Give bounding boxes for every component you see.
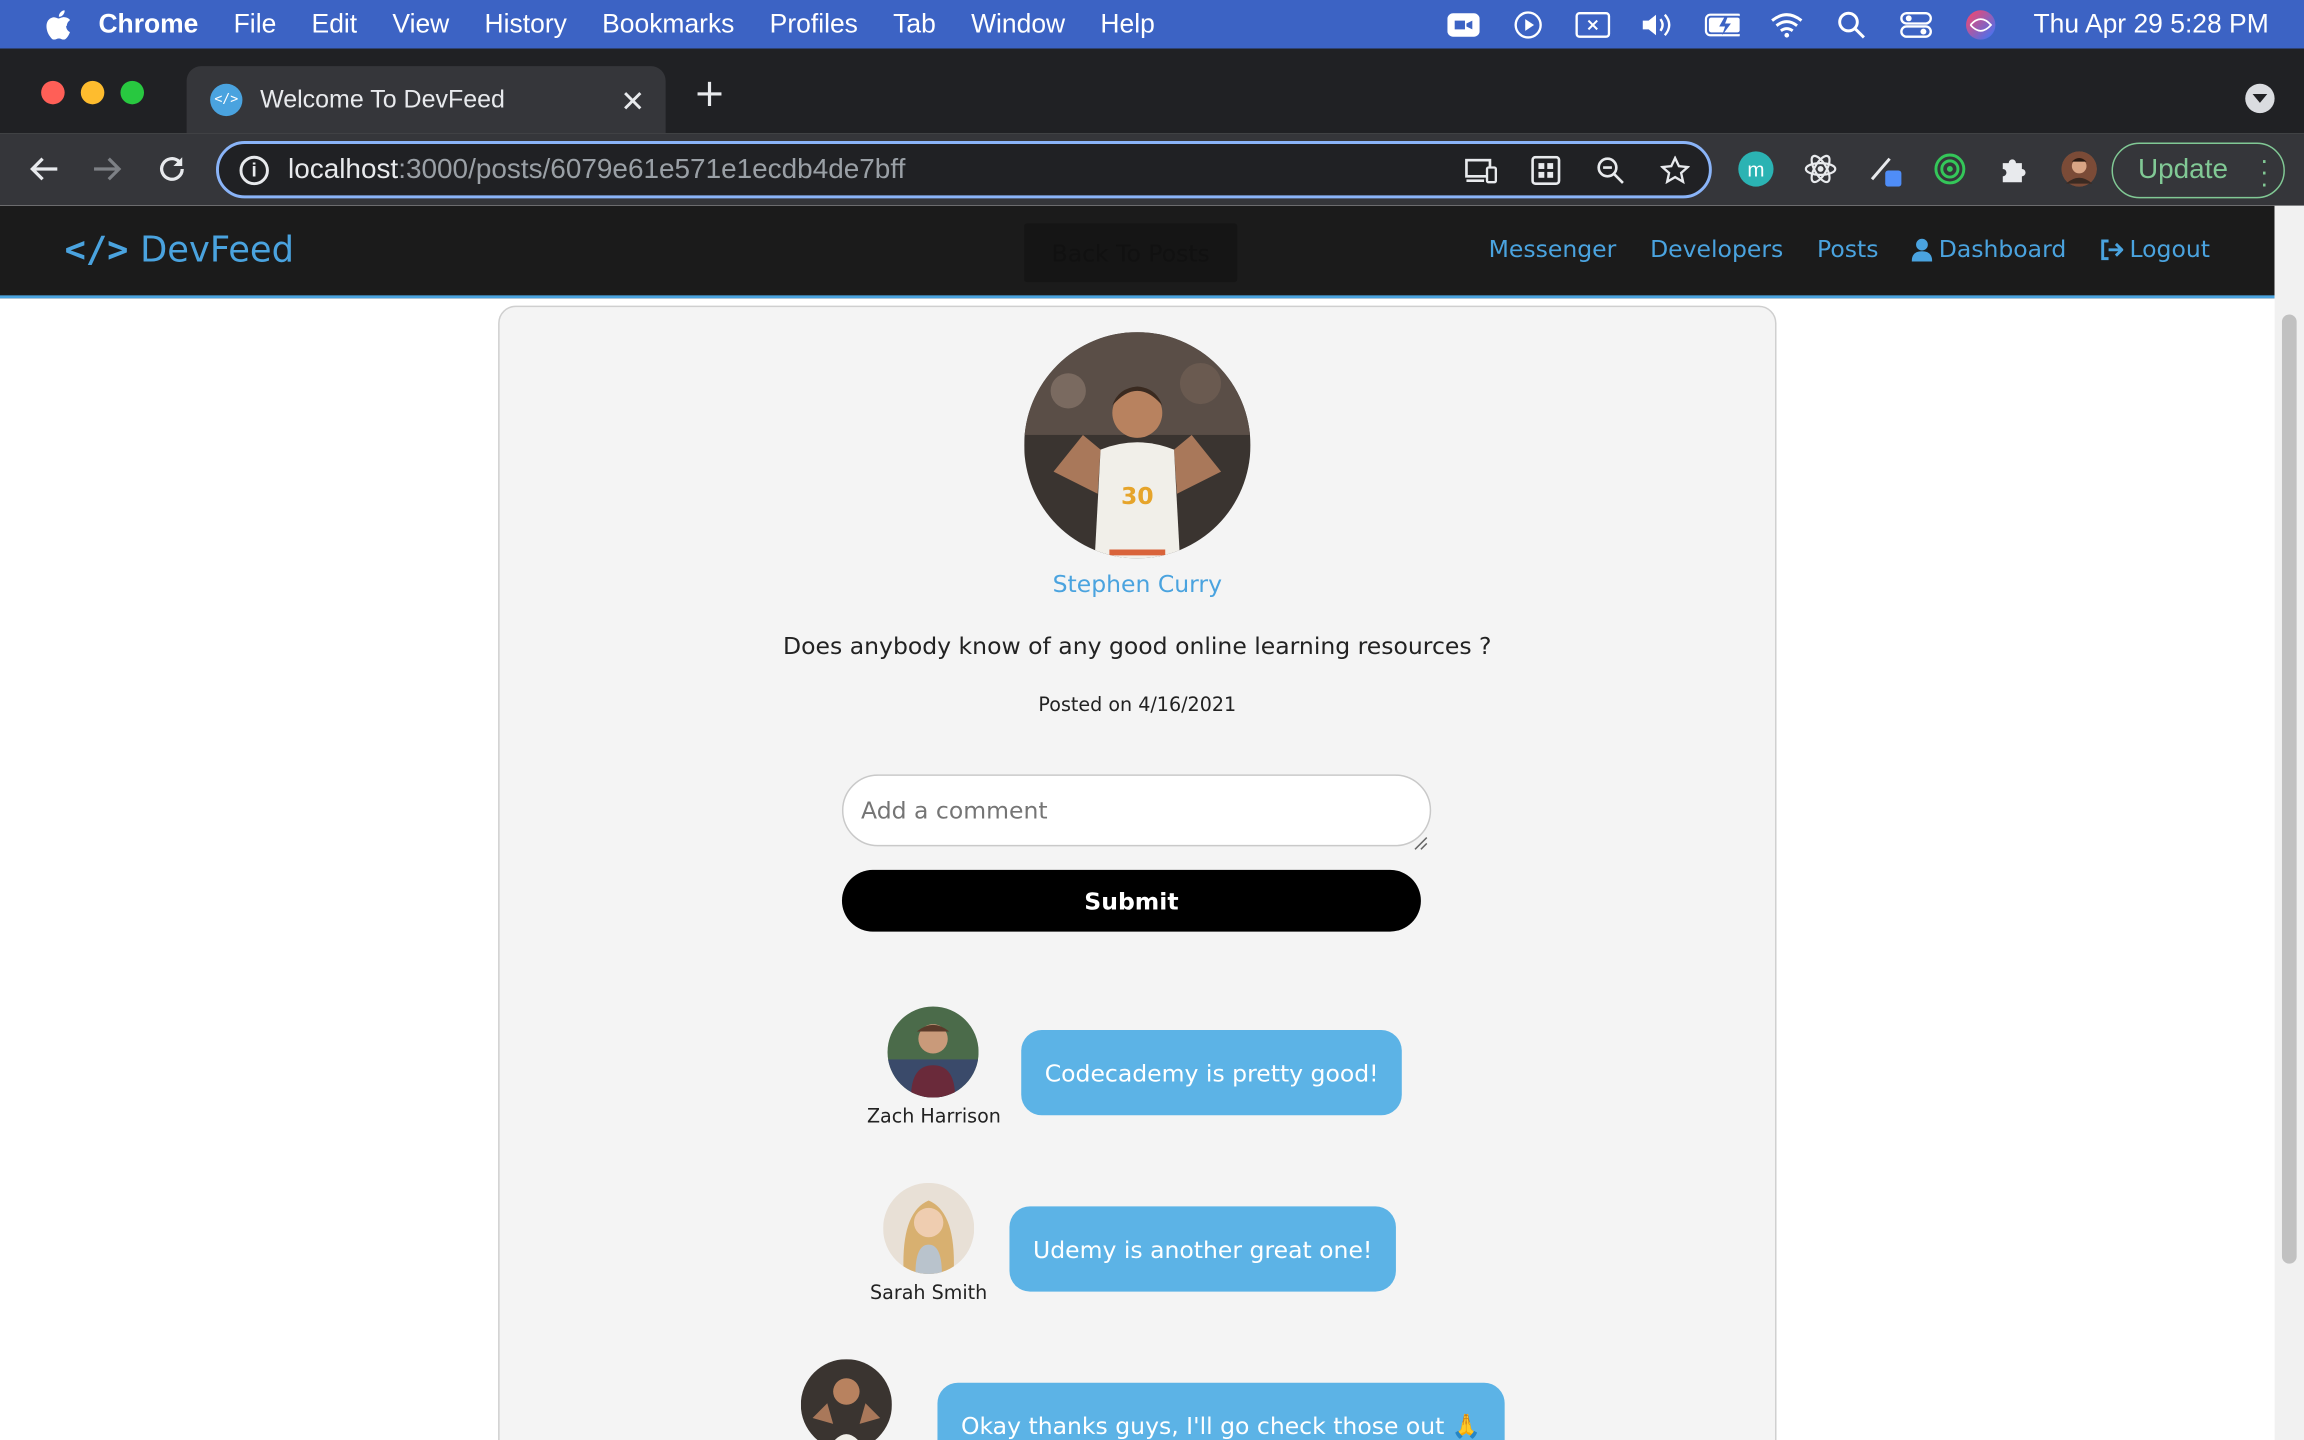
back-to-posts-button[interactable]: Back To Posts — [1024, 223, 1238, 283]
nav-messenger[interactable]: Messenger — [1489, 235, 1617, 263]
svg-text:30: 30 — [1121, 482, 1154, 510]
qr-code-icon[interactable] — [1530, 155, 1562, 185]
extensions-puzzle-icon[interactable] — [1997, 151, 2032, 186]
comment-bubble: Codecademy is pretty good! — [1021, 1030, 1403, 1116]
menu-app-name[interactable]: Chrome — [98, 9, 198, 40]
brand-name: DevFeed — [140, 229, 294, 271]
address-bar[interactable]: i localhost:3000/posts/6079e61e571e1ecdb… — [216, 141, 1712, 199]
site-info-icon[interactable]: i — [239, 155, 269, 185]
close-tab-icon[interactable]: ✕ — [620, 84, 645, 121]
react-devtools-icon[interactable] — [1803, 151, 1838, 186]
site-navbar: </> DevFeed Back To Posts Messenger Deve… — [0, 205, 2275, 299]
zoom-video-icon[interactable] — [1446, 10, 1481, 39]
submit-comment-button[interactable]: Submit — [841, 869, 1421, 932]
commenter-avatar[interactable] — [800, 1359, 892, 1440]
color-picker-icon[interactable] — [1868, 151, 1903, 187]
brand-logo[interactable]: </> DevFeed — [65, 229, 294, 270]
comment-bubble: Okay thanks guys, I'll go check those ou… — [937, 1382, 1505, 1440]
browser-tab-active[interactable]: </> Welcome To DevFeed ✕ — [186, 66, 666, 134]
wifi-icon[interactable] — [1769, 10, 1804, 39]
nav-dashboard[interactable]: Dashboard — [1912, 235, 2066, 263]
minimize-window-button[interactable] — [80, 80, 105, 105]
update-label: Update — [2137, 154, 2229, 186]
commenter-avatar[interactable] — [887, 1006, 979, 1098]
post-text: Does anybody know of any good online lea… — [783, 631, 1492, 660]
url-host: localhost — [288, 153, 399, 185]
user-icon — [1912, 238, 1933, 261]
post-author-avatar[interactable]: 30 — [1024, 332, 1251, 559]
menu-help[interactable]: Help — [1100, 9, 1154, 40]
bookmark-star-icon[interactable] — [1659, 155, 1691, 185]
cast-device-icon[interactable] — [1465, 156, 1498, 185]
back-arrow-icon[interactable] — [26, 151, 61, 186]
target-extension-icon[interactable] — [1932, 151, 1967, 186]
extensions-area: m — [1738, 151, 2097, 187]
code-brackets-icon: </> — [64, 229, 129, 271]
menu-history[interactable]: History — [485, 9, 567, 40]
nav-logout-label: Logout — [2129, 235, 2210, 264]
menu-profiles[interactable]: Profiles — [770, 9, 858, 40]
window-controls — [41, 80, 145, 105]
new-tab-icon[interactable]: + — [694, 75, 726, 113]
comment-input[interactable] — [841, 774, 1432, 847]
menu-tab[interactable]: Tab — [893, 9, 936, 40]
menu-edit[interactable]: Edit — [312, 9, 358, 40]
devfeed-favicon-icon: </> — [210, 83, 243, 117]
sign-out-icon — [2101, 238, 2124, 260]
forward-arrow-icon[interactable] — [90, 151, 125, 186]
play-circle-icon[interactable] — [1510, 10, 1545, 39]
screen: Chrome File Edit View History Bookmarks … — [0, 0, 2304, 1440]
resize-grip-icon[interactable] — [1414, 829, 1429, 850]
commenter-name[interactable]: Zach Harrison — [867, 1106, 1001, 1128]
apple-icon[interactable] — [43, 8, 75, 40]
volume-icon[interactable] — [1640, 10, 1675, 39]
zoom-out-icon[interactable] — [1594, 156, 1626, 185]
menu-window[interactable]: Window — [971, 9, 1065, 40]
browser-tab-bar: </> Welcome To DevFeed ✕ + — [0, 48, 2304, 134]
close-window-button[interactable] — [41, 80, 65, 105]
menubar-clock[interactable]: Thu Apr 29 5:28 PM — [2033, 9, 2268, 40]
menu-file[interactable]: File — [234, 9, 277, 40]
reload-icon[interactable] — [154, 151, 189, 186]
zoom-window-button[interactable] — [120, 80, 145, 105]
url-path: :3000/posts/6079e61e571e1ecdb4de7bff — [398, 153, 906, 185]
nav-links: Messenger Developers Posts Dashboard Log… — [1489, 235, 2210, 263]
commenter-avatar[interactable] — [883, 1182, 975, 1274]
nav-logout[interactable]: Logout — [2100, 235, 2210, 263]
profile-avatar-icon[interactable] — [2061, 151, 2097, 187]
spotlight-search-icon[interactable] — [1834, 10, 1869, 39]
commenter-name[interactable]: Sarah Smith — [867, 1283, 990, 1305]
web-page: </> DevFeed Back To Posts Messenger Deve… — [0, 205, 2275, 1440]
macos-menu-bar: Chrome File Edit View History Bookmarks … — [0, 0, 2304, 49]
siri-icon[interactable] — [1963, 9, 1998, 39]
post-author-name[interactable]: Stephen Curry — [500, 570, 1775, 598]
tab-title: Welcome To DevFeed — [260, 85, 505, 114]
nav-dashboard-label: Dashboard — [1938, 235, 2067, 264]
battery-icon[interactable] — [1704, 10, 1740, 39]
post-date: Posted on 4/16/2021 — [1038, 695, 1237, 718]
control-center-icon[interactable] — [1898, 10, 1933, 39]
m-extension-icon[interactable]: m — [1738, 151, 1774, 187]
kebab-menu-icon[interactable]: · · · — [2260, 147, 2269, 197]
menu-view[interactable]: View — [392, 9, 449, 40]
browser-toolbar: i localhost:3000/posts/6079e61e571e1ecdb… — [0, 133, 2304, 206]
menu-bookmarks[interactable]: Bookmarks — [602, 9, 734, 40]
nav-posts[interactable]: Posts — [1817, 235, 1878, 263]
update-chrome-button[interactable]: Update · · · — [2111, 142, 2285, 199]
comment-bubble: Udemy is another great one! — [1009, 1206, 1396, 1292]
post-card: 30 Stephen Curry Does anybody know of an… — [498, 305, 1777, 1440]
screen-sharing-icon[interactable] — [1575, 10, 1611, 39]
scrollbar-thumb[interactable] — [2281, 314, 2297, 1264]
tab-search-chevron-icon[interactable] — [2245, 83, 2275, 114]
nav-developers[interactable]: Developers — [1650, 235, 1783, 263]
